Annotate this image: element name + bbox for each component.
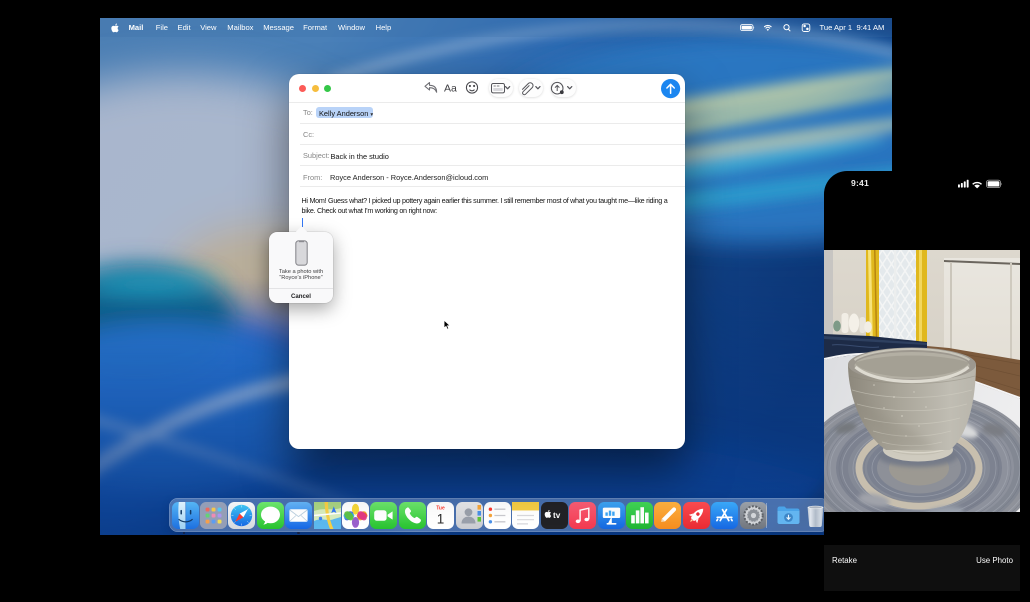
svg-text:Aa: Aa [444, 83, 457, 95]
svg-text:1: 1 [437, 512, 445, 527]
svg-text:tv: tv [553, 511, 561, 520]
